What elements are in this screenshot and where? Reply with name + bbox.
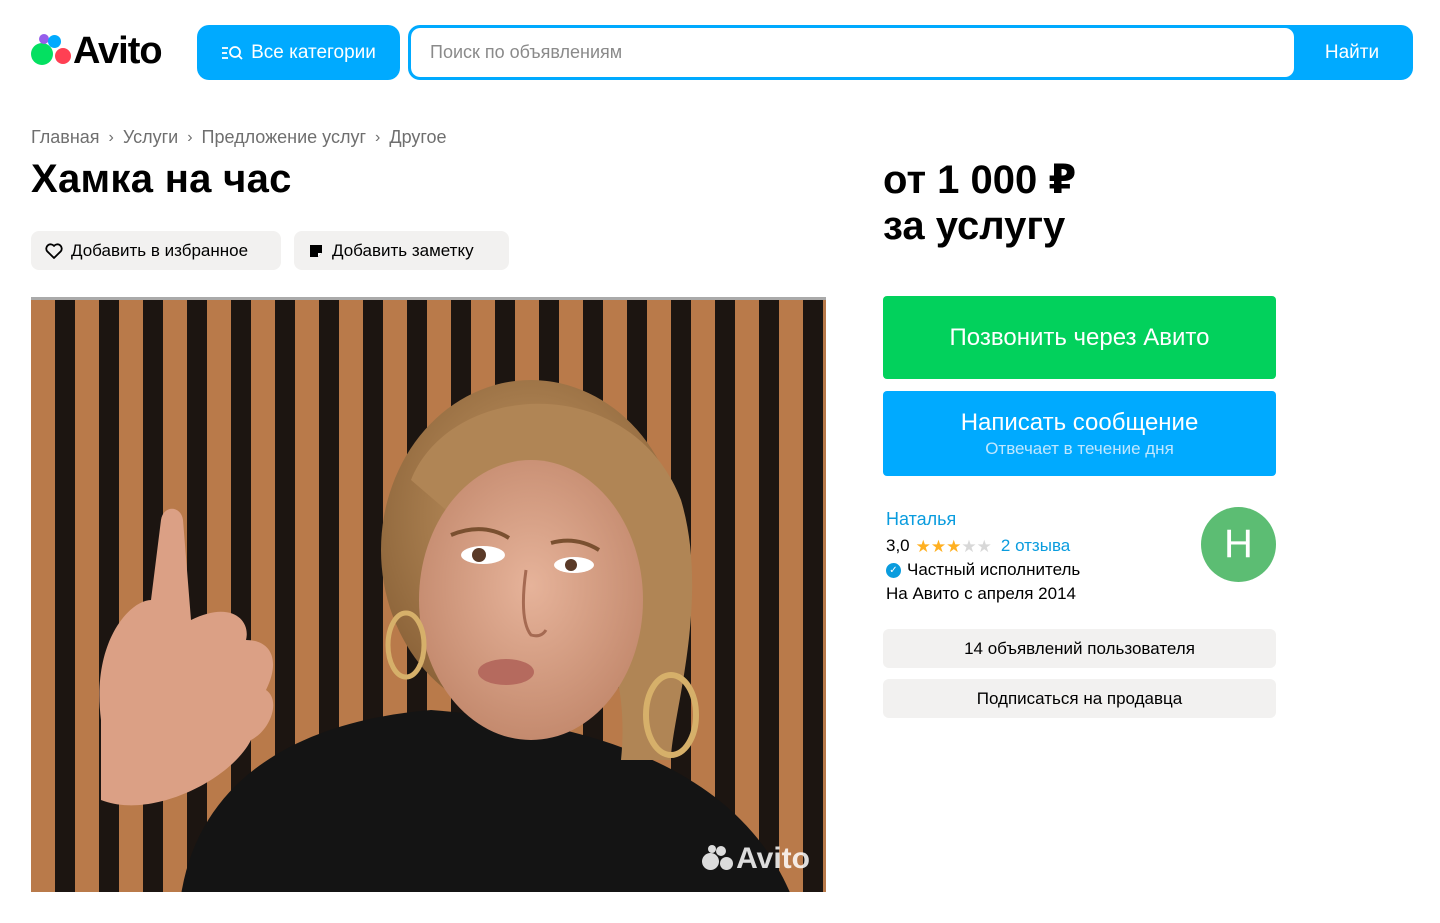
seller-rating: 3,0 ★ ★ ★ ★ ★ 2 отзыва [886, 536, 1080, 556]
seller-type-label: Частный исполнитель [907, 560, 1081, 579]
reviews-link[interactable]: 2 отзыва [1001, 536, 1070, 556]
search-input[interactable] [411, 28, 1294, 77]
listing-photo[interactable]: Avito [31, 297, 826, 892]
breadcrumb-chevron-icon: › [187, 128, 193, 146]
breadcrumb-other[interactable]: Другое [389, 127, 446, 148]
star-icon: ★ [946, 536, 962, 556]
listing-title: Хамка на час [31, 157, 292, 201]
seller-type: ✓ Частный исполнитель [886, 560, 1080, 580]
call-via-avito-button[interactable]: Позвонить через Авито [883, 296, 1276, 379]
write-message-button[interactable]: Написать сообщение Отвечает в течение дн… [883, 391, 1276, 476]
price-amount: от 1 000 ₽ [883, 158, 1077, 202]
seller-since: На Авито с апреля 2014 [886, 584, 1076, 603]
price: от 1 000 ₽ за услугу [883, 157, 1076, 249]
seller-ads-button[interactable]: 14 объявлений пользователя [883, 629, 1276, 668]
star-icon: ★ [915, 536, 931, 556]
price-unit: за услугу [883, 204, 1066, 248]
breadcrumb: Главная › Услуги › Предложение услуг › Д… [31, 127, 447, 148]
verified-check-icon: ✓ [886, 562, 901, 578]
search-bar: Найти [408, 25, 1413, 80]
all-categories-button[interactable]: Все категории [197, 25, 400, 80]
add-note-label: Добавить заметку [332, 240, 474, 260]
call-label: Позвонить через Авито [949, 323, 1210, 351]
breadcrumb-chevron-icon: › [108, 128, 114, 146]
add-to-favorites-button[interactable]: Добавить в избранное [31, 231, 281, 270]
note-icon [308, 243, 324, 259]
star-empty-icon: ★ [976, 536, 992, 556]
breadcrumb-service-offers[interactable]: Предложение услуг [202, 127, 367, 148]
logo-dots-icon [31, 31, 71, 71]
seller-avatar[interactable]: Н [1201, 507, 1276, 582]
breadcrumb-chevron-icon: › [375, 128, 381, 146]
seller-name-link[interactable]: Наталья [886, 509, 1080, 530]
photo-watermark: Avito [702, 842, 810, 876]
write-message-label: Написать сообщение [960, 408, 1199, 436]
avito-logo[interactable]: Avito [31, 30, 163, 72]
search-button[interactable]: Найти [1294, 28, 1410, 77]
rating-value: 3,0 [886, 536, 910, 555]
listing-photo-image [31, 300, 826, 892]
response-time-label: Отвечает в течение дня [985, 438, 1174, 458]
add-to-favorites-label: Добавить в избранное [71, 240, 249, 260]
watermark-logo-icon [702, 843, 734, 875]
watermark-text: Avito [736, 842, 810, 875]
star-empty-icon: ★ [961, 536, 977, 556]
categories-search-icon [221, 45, 243, 61]
breadcrumb-services[interactable]: Услуги [123, 127, 178, 148]
seller-info: Наталья 3,0 ★ ★ ★ ★ ★ 2 отзыва ✓ Частный… [886, 509, 1080, 604]
subscribe-seller-button[interactable]: Подписаться на продавца [883, 679, 1276, 718]
star-icon: ★ [930, 536, 947, 556]
breadcrumb-home[interactable]: Главная [31, 127, 100, 148]
logo-text: Avito [73, 30, 163, 72]
rating-stars: ★ ★ ★ ★ ★ [916, 538, 992, 555]
all-categories-label: Все категории [251, 41, 376, 63]
heart-icon [45, 242, 63, 259]
add-note-button[interactable]: Добавить заметку [294, 231, 509, 270]
